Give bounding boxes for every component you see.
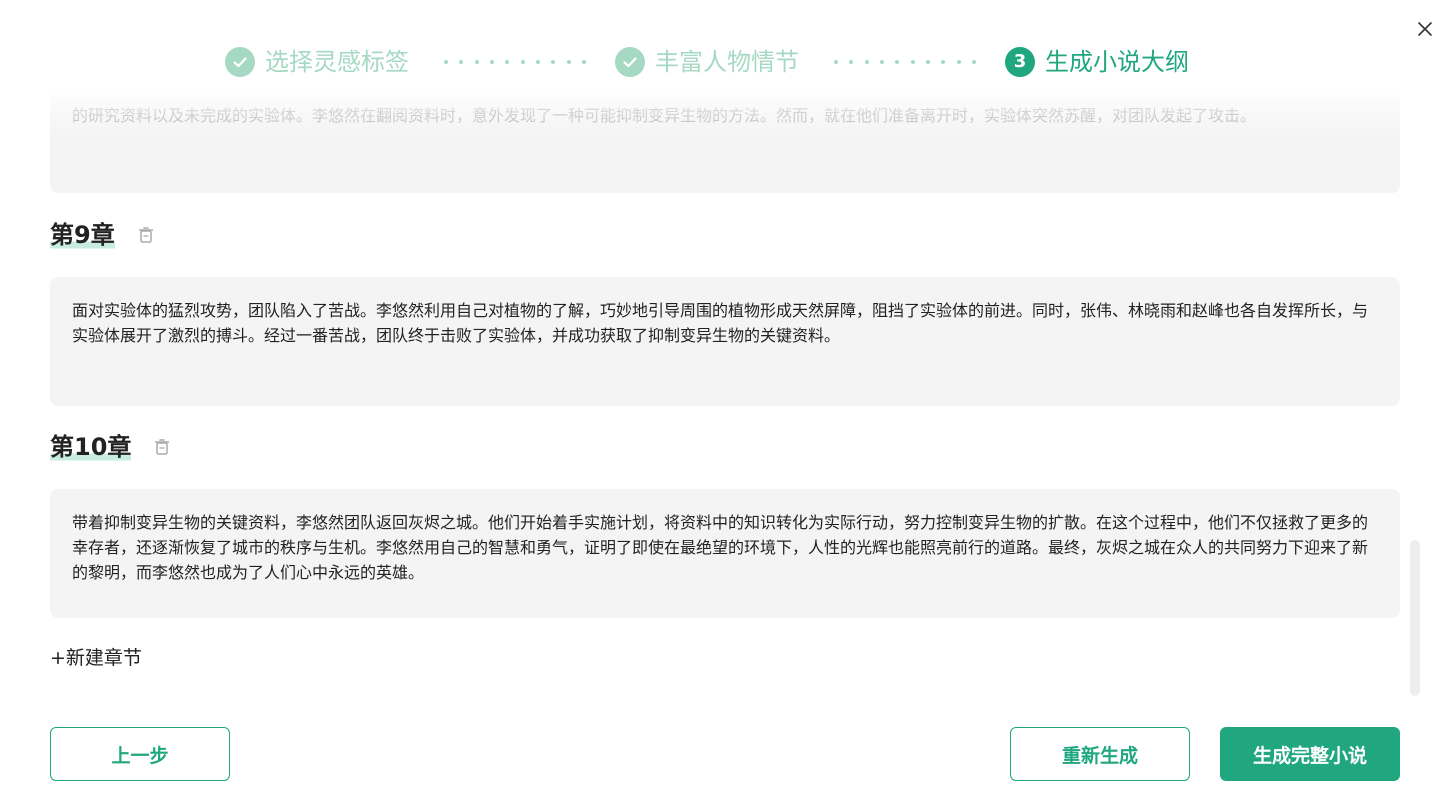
generate-novel-button[interactable]: 生成完整小说 xyxy=(1220,727,1400,781)
step-3: 3 生成小说大纲 xyxy=(1005,45,1189,79)
close-button[interactable] xyxy=(1414,18,1436,40)
step-1-check xyxy=(225,47,255,77)
chapter-10-header: 第10章 xyxy=(50,429,171,465)
step-2-label: 丰富人物情节 xyxy=(655,48,799,76)
outline-dialog: 选择灵感标签 丰富人物情节 3 生成小说大纲 的研究资料以及未完成的实验体。李悠… xyxy=(0,0,1453,793)
chapter-list[interactable]: 的研究资料以及未完成的实验体。李悠然在翻阅资料时，意外发现了一种可能抑制变异生物… xyxy=(0,95,1453,700)
trash-icon xyxy=(155,439,170,455)
step-2: 丰富人物情节 xyxy=(615,45,799,79)
chapter-9-header: 第9章 xyxy=(50,217,155,253)
chapter-10-text[interactable]: 带着抑制变异生物的关键资料，李悠然团队返回灰烬之城。他们开始着手实施计划，将资料… xyxy=(50,489,1400,618)
chapter-8-text[interactable]: 的研究资料以及未完成的实验体。李悠然在翻阅资料时，意外发现了一种可能抑制变异生物… xyxy=(50,95,1400,193)
step-divider-2 xyxy=(834,60,976,64)
prev-step-button[interactable]: 上一步 xyxy=(50,727,230,781)
chapter-title: 第10章 xyxy=(50,431,132,463)
new-chapter-button[interactable]: +新建章节 xyxy=(50,643,142,670)
chapter-title: 第9章 xyxy=(50,219,115,251)
scrollbar[interactable] xyxy=(1410,540,1420,696)
trash-icon xyxy=(138,227,153,243)
step-divider-1 xyxy=(444,60,586,64)
step-3-number: 3 xyxy=(1005,47,1035,77)
delete-chapter-9-button[interactable] xyxy=(137,226,155,244)
check-icon xyxy=(233,57,247,68)
step-1-label: 选择灵感标签 xyxy=(265,48,409,76)
regenerate-button[interactable]: 重新生成 xyxy=(1010,727,1190,781)
check-icon xyxy=(623,57,637,68)
delete-chapter-10-button[interactable] xyxy=(153,438,171,456)
step-1: 选择灵感标签 xyxy=(225,45,409,79)
step-3-label: 生成小说大纲 xyxy=(1045,48,1189,76)
chapter-9-text[interactable]: 面对实验体的猛烈攻势，团队陷入了苦战。李悠然利用自己对植物的了解，巧妙地引导周围… xyxy=(50,277,1400,406)
close-icon xyxy=(1418,22,1432,36)
step-2-check xyxy=(615,47,645,77)
